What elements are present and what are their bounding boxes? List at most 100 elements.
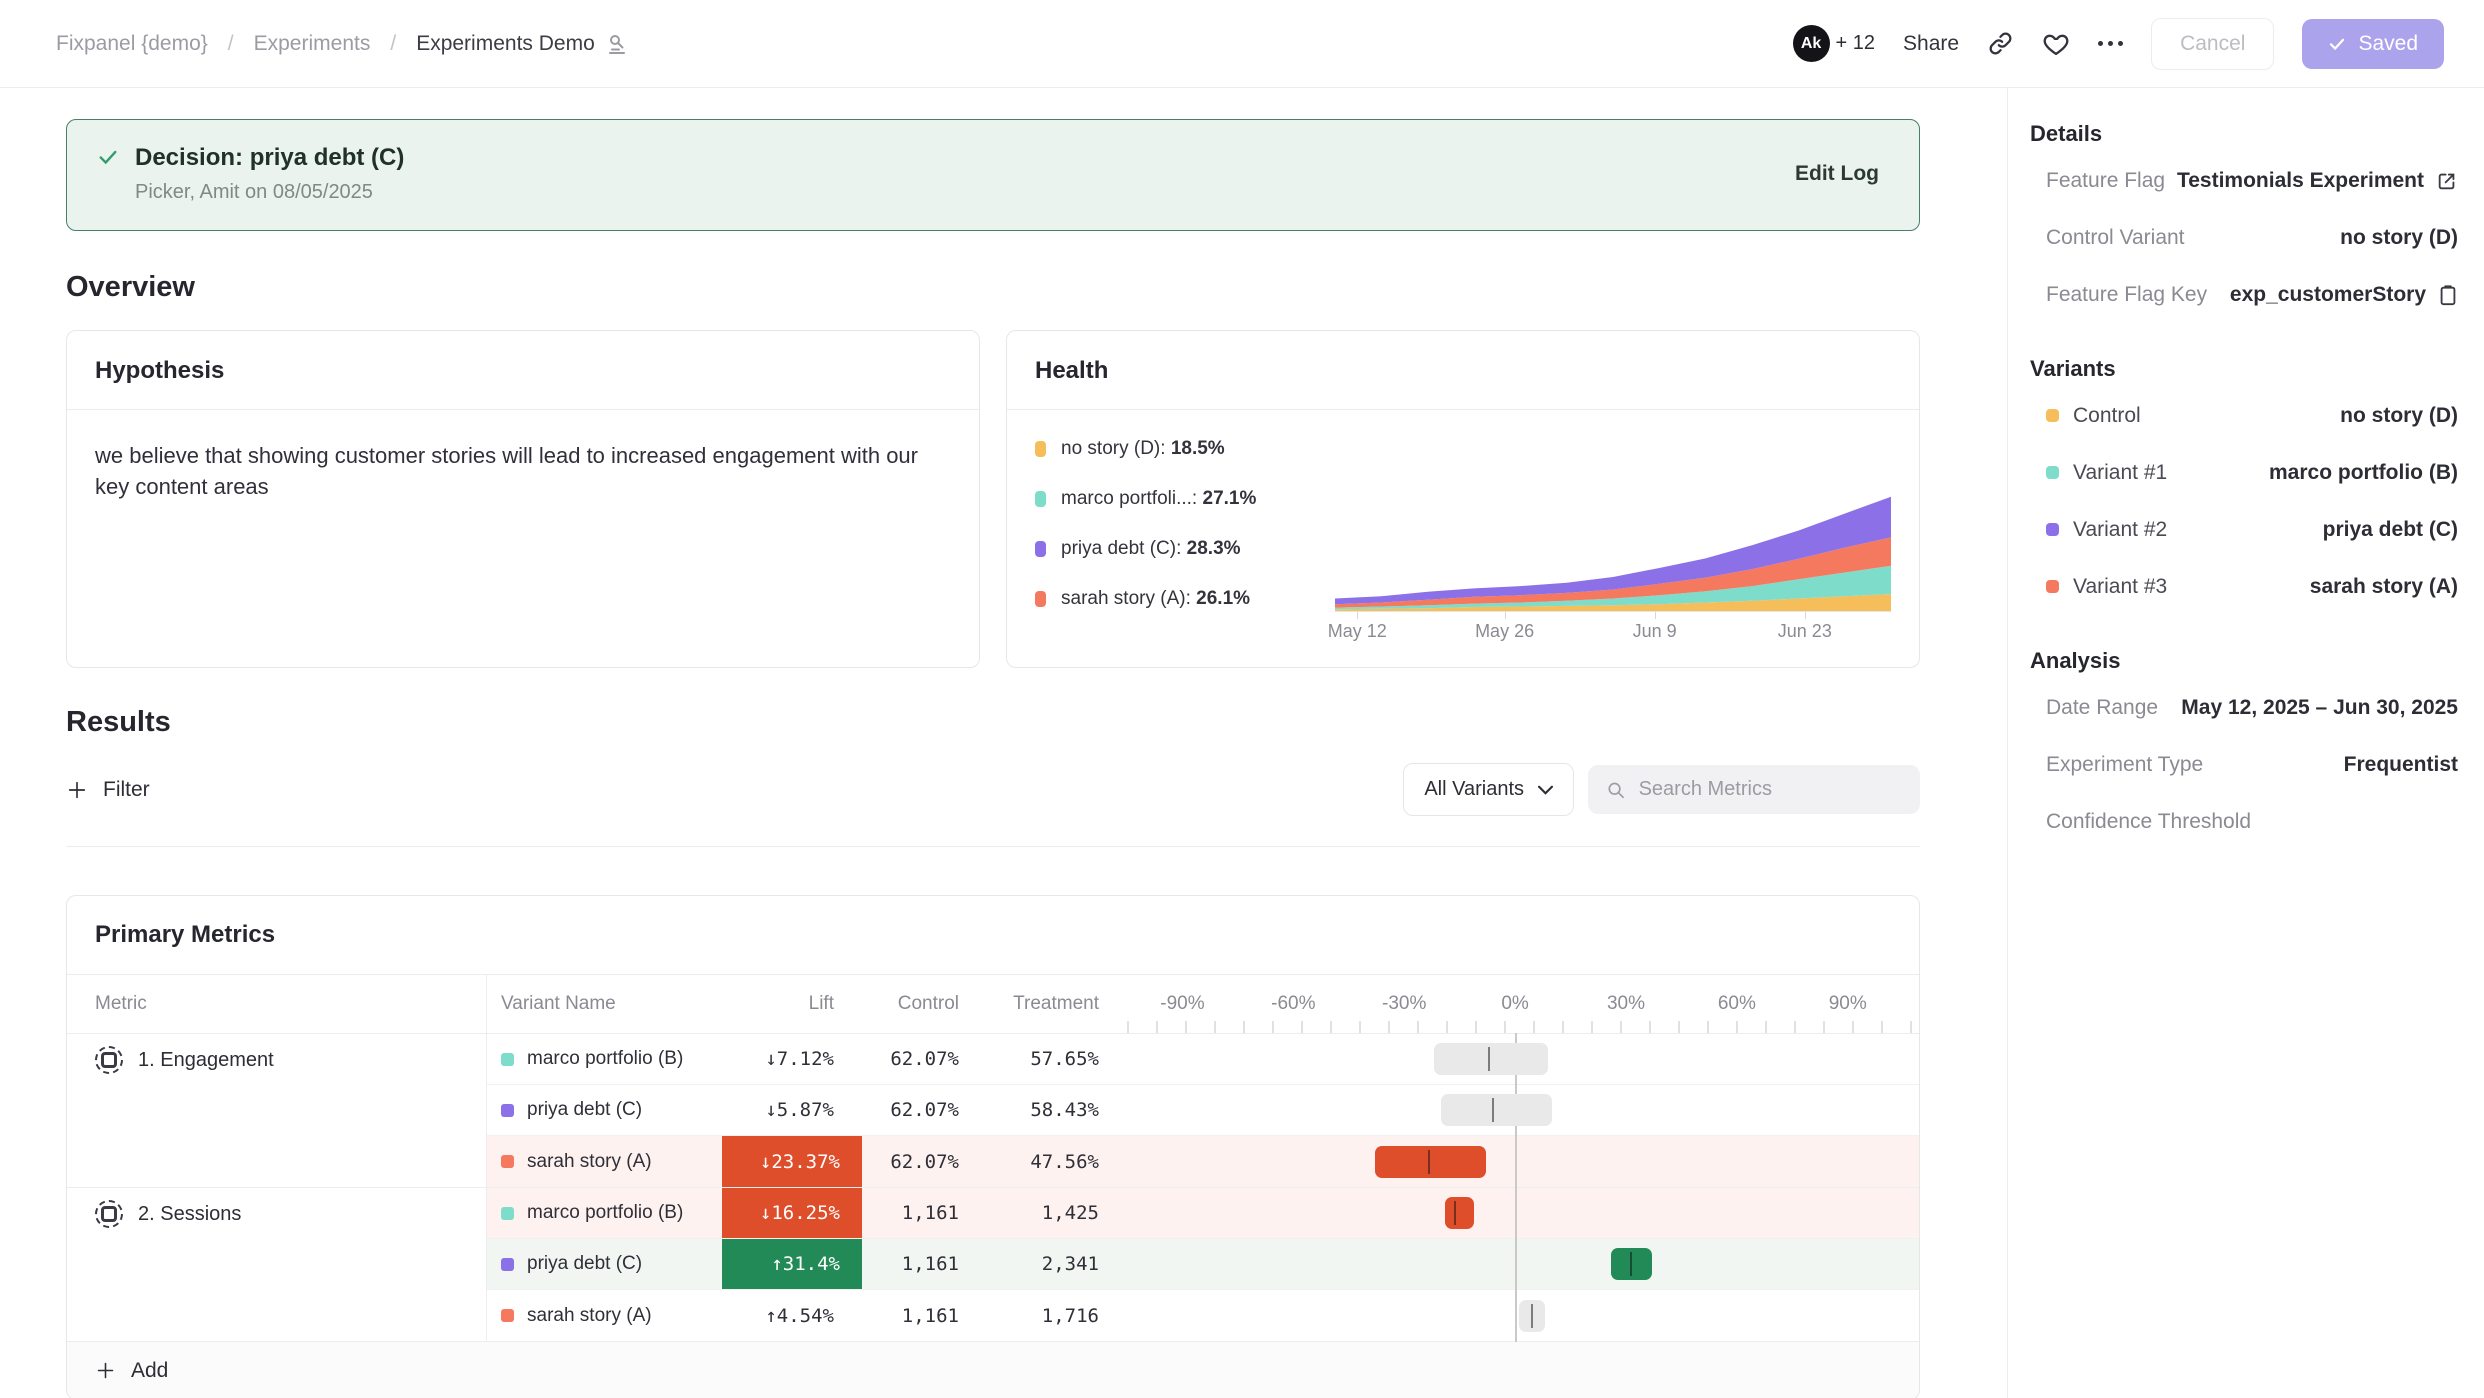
variant-swatch: [2046, 466, 2059, 479]
metric-name-cell: 1. Engagement: [67, 1034, 487, 1187]
primary-metrics-card: Primary Metrics Metric Variant Name Lift…: [66, 895, 1920, 1398]
variant-swatch: [2046, 523, 2059, 536]
breadcrumb: Fixpanel {demo} / Experiments / Experime…: [56, 32, 629, 56]
ci-bar: [1434, 1043, 1549, 1075]
variant-name: marco portfolio (B): [527, 1048, 683, 1070]
variant-name-cell: priya debt (C): [487, 1085, 722, 1135]
lift-cell: ↑31.4%: [722, 1239, 862, 1289]
axis-tick-label: 60%: [1718, 993, 1756, 1015]
treatment-value: 57.65%: [987, 1034, 1127, 1084]
health-card: Health no story (D): 18.5%marco portfoli…: [1006, 330, 1920, 668]
feature-flag-key-row: Feature Flag Key exp_customerStory: [2030, 266, 2458, 323]
confidence-interval-cell: [1127, 1239, 1919, 1289]
health-title: Health: [1007, 331, 1919, 410]
avatar[interactable]: Ak: [1793, 25, 1830, 62]
collaborators[interactable]: Ak + 12: [1793, 25, 1875, 62]
metric-goal-icon: [95, 1200, 123, 1228]
check-icon: [97, 146, 119, 168]
confidence-interval-cell: [1127, 1188, 1919, 1238]
health-chart: May 12May 26Jun 9Jun 23: [1335, 426, 1891, 643]
microscope-icon: [605, 32, 629, 56]
cancel-button[interactable]: Cancel: [2151, 18, 2274, 70]
variant-name: priya debt (C): [527, 1099, 642, 1121]
legend-item: priya debt (C): 28.3%: [1035, 538, 1335, 560]
axis-tick-label: -30%: [1382, 993, 1426, 1015]
chevron-down-icon: [1538, 785, 1553, 795]
ci-bar: [1375, 1146, 1486, 1178]
metric-variant-row[interactable]: marco portfolio (B)↓7.12%62.07%57.65%: [487, 1034, 1919, 1085]
breadcrumb-experiments[interactable]: Experiments: [254, 32, 371, 56]
variants-heading: Variants: [2030, 351, 2458, 387]
add-filter-button[interactable]: Filter: [66, 778, 150, 802]
edit-log-button[interactable]: Edit Log: [1795, 162, 1879, 186]
metric-name: 2. Sessions: [138, 1203, 241, 1226]
confidence-threshold-row: Confidence Threshold: [2030, 793, 2458, 850]
search-metrics-input[interactable]: [1639, 778, 1902, 801]
decision-banner: Decision: priya debt (C) Picker, Amit on…: [66, 119, 1920, 231]
control-value: 1,161: [862, 1290, 987, 1341]
metric-variant-row[interactable]: sarah story (A)↑4.54%1,1611,716: [487, 1290, 1919, 1341]
legend-label: marco portfoli...: 27.1%: [1061, 488, 1256, 510]
copy-icon[interactable]: [2438, 284, 2458, 306]
external-link-icon[interactable]: [2436, 170, 2458, 192]
lift-cell: ↓23.37%: [722, 1136, 862, 1187]
hypothesis-card: Hypothesis we believe that showing custo…: [66, 330, 980, 668]
copy-link-icon[interactable]: [1987, 30, 2014, 57]
treatment-value: 47.56%: [987, 1136, 1127, 1187]
metric-variant-row[interactable]: priya debt (C)↓5.87%62.07%58.43%: [487, 1085, 1919, 1136]
ci-mid-tick: [1428, 1150, 1430, 1174]
metric-group: 1. Engagementmarco portfolio (B)↓7.12%62…: [67, 1034, 1919, 1187]
decision-subtitle: Picker, Amit on 08/05/2025: [135, 181, 404, 204]
confidence-interval-cell: [1127, 1034, 1919, 1084]
add-metric-button[interactable]: Add: [67, 1341, 1919, 1398]
axis-tick-label: -60%: [1271, 993, 1315, 1015]
col-lift: Lift: [722, 975, 862, 1033]
zero-line: [1515, 1238, 1517, 1290]
axis-tick-label: 0%: [1501, 993, 1528, 1015]
metric-variant-row[interactable]: marco portfolio (B)↓16.25%1,1611,425: [487, 1188, 1919, 1239]
zero-line: [1515, 1289, 1517, 1342]
col-variant-name: Variant Name: [487, 975, 722, 1033]
variant-name: sarah story (A): [527, 1151, 652, 1173]
analysis-heading: Analysis: [2030, 643, 2458, 679]
lift-cell: ↓16.25%: [722, 1188, 862, 1238]
share-button[interactable]: Share: [1903, 32, 1959, 56]
saved-button[interactable]: Saved: [2302, 19, 2444, 69]
feature-flag-link[interactable]: Testimonials Experiment: [2177, 169, 2458, 193]
col-treatment: Treatment: [987, 975, 1127, 1033]
hypothesis-title: Hypothesis: [67, 331, 979, 410]
metric-variant-row[interactable]: priya debt (C)↑31.4%1,1612,341: [487, 1239, 1919, 1290]
x-axis-label: Jun 9: [1633, 621, 1677, 642]
analysis-section: Analysis Date Range May 12, 2025 – Jun 3…: [2030, 643, 2458, 850]
lift-value: ↑31.4%: [722, 1239, 862, 1289]
treatment-value: 1,716: [987, 1290, 1127, 1341]
x-axis-tick: [1655, 612, 1656, 619]
variant-name: priya debt (C): [527, 1253, 642, 1275]
confidence-interval-cell: [1127, 1136, 1919, 1187]
ci-axis: -90%-60%-30%0%30%60%90%: [1127, 975, 1919, 1033]
metric-variant-row[interactable]: sarah story (A)↓23.37%62.07%47.56%: [487, 1136, 1919, 1187]
legend-swatch: [1035, 591, 1046, 607]
variant-swatch: [2046, 409, 2059, 422]
lift-value: ↓16.25%: [722, 1188, 862, 1238]
breadcrumb-app[interactable]: Fixpanel {demo}: [56, 32, 208, 56]
variants-dropdown[interactable]: All Variants: [1403, 763, 1574, 816]
legend-swatch: [1035, 441, 1046, 457]
x-axis-label: May 26: [1475, 621, 1534, 642]
breadcrumb-separator: /: [228, 32, 234, 56]
axis-tick-label: -90%: [1160, 993, 1204, 1015]
treatment-value: 2,341: [987, 1239, 1127, 1289]
plus-icon: [66, 779, 88, 801]
variant-name-cell: sarah story (A): [487, 1136, 722, 1187]
x-axis-tick: [1505, 612, 1506, 619]
legend-label: sarah story (A): 26.1%: [1061, 588, 1250, 610]
favorite-heart-icon[interactable]: [2042, 30, 2070, 58]
legend-swatch: [1035, 541, 1046, 557]
variant-swatch: [501, 1053, 514, 1066]
ci-mid-tick: [1454, 1201, 1456, 1225]
more-options-icon[interactable]: [2098, 41, 2123, 46]
variant-row: Control no story (D): [2030, 387, 2458, 444]
overview-heading: Overview: [66, 271, 1920, 304]
search-metrics-box[interactable]: [1588, 765, 1920, 814]
variant-name-cell: marco portfolio (B): [487, 1034, 722, 1084]
